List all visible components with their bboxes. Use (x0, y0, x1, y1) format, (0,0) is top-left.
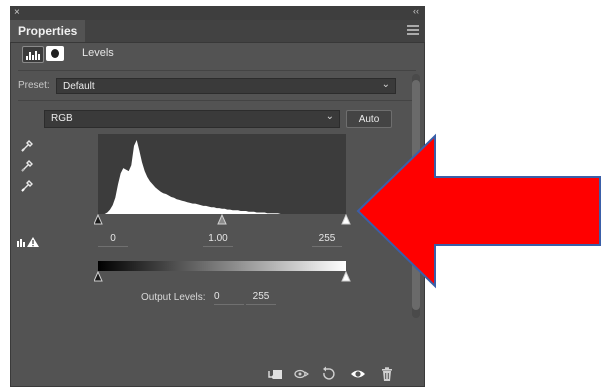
preset-dropdown[interactable]: Default ⌄ (56, 78, 396, 94)
close-icon[interactable]: × (14, 7, 20, 18)
output-levels-slider[interactable] (94, 271, 354, 283)
reset-icon[interactable] (320, 366, 336, 382)
channel-dropdown[interactable]: RGB ⌄ (44, 110, 340, 128)
auto-button[interactable]: Auto (346, 110, 392, 128)
divider (18, 70, 416, 71)
output-white-slider-handle (341, 271, 351, 282)
tab-properties[interactable]: Properties (10, 20, 86, 42)
collapse-icon[interactable]: ‹‹ (413, 6, 419, 16)
chevron-down-icon: ⌄ (381, 79, 390, 90)
view-previous-state-icon[interactable] (293, 366, 309, 382)
output-levels-label: Output Levels: (141, 292, 206, 303)
output-black-field[interactable]: 0 (214, 290, 244, 305)
input-gamma-field[interactable]: 1.00 (203, 232, 233, 247)
layer-mask-icon[interactable] (46, 46, 64, 61)
histogram (102, 140, 286, 214)
input-white-field[interactable]: 255 (312, 232, 342, 247)
levels-adjustment-icon[interactable] (22, 46, 44, 63)
histogram-area (102, 140, 286, 214)
divider (18, 100, 416, 101)
bottom-toolbar (10, 361, 425, 387)
delete-icon[interactable] (379, 366, 395, 382)
black-point-eyedropper-icon[interactable] (20, 139, 34, 153)
output-black-slider-handle (94, 271, 103, 282)
clip-to-layer-icon[interactable] (267, 366, 283, 382)
output-gradient-bar (98, 261, 346, 271)
chevron-down-icon: ⌄ (325, 111, 334, 122)
input-levels-slider[interactable] (94, 214, 354, 226)
white-point-eyedropper-icon[interactable] (20, 179, 34, 193)
tab-bar: Properties (10, 20, 425, 43)
white-point-slider-handle (341, 214, 351, 225)
channel-value: RGB (51, 113, 73, 124)
panel-title-strip: × ‹‹ (10, 6, 425, 20)
gray-point-eyedropper-icon[interactable] (20, 159, 34, 173)
panel-menu-icon[interactable] (407, 25, 419, 35)
input-black-field[interactable]: 0 (98, 232, 128, 247)
toggle-visibility-icon[interactable] (350, 366, 366, 382)
output-white-field[interactable]: 255 (246, 290, 276, 305)
histogram-box (98, 134, 346, 214)
preset-value: Default (63, 81, 95, 92)
preset-label: Preset: (18, 80, 50, 91)
adjustment-header: Levels (22, 46, 402, 66)
gamma-slider-handle (217, 214, 227, 225)
red-arrow-annotation (356, 133, 601, 289)
adjustment-title: Levels (82, 47, 114, 59)
black-point-slider-handle (94, 214, 103, 225)
clipping-warning-icon[interactable] (16, 236, 40, 248)
